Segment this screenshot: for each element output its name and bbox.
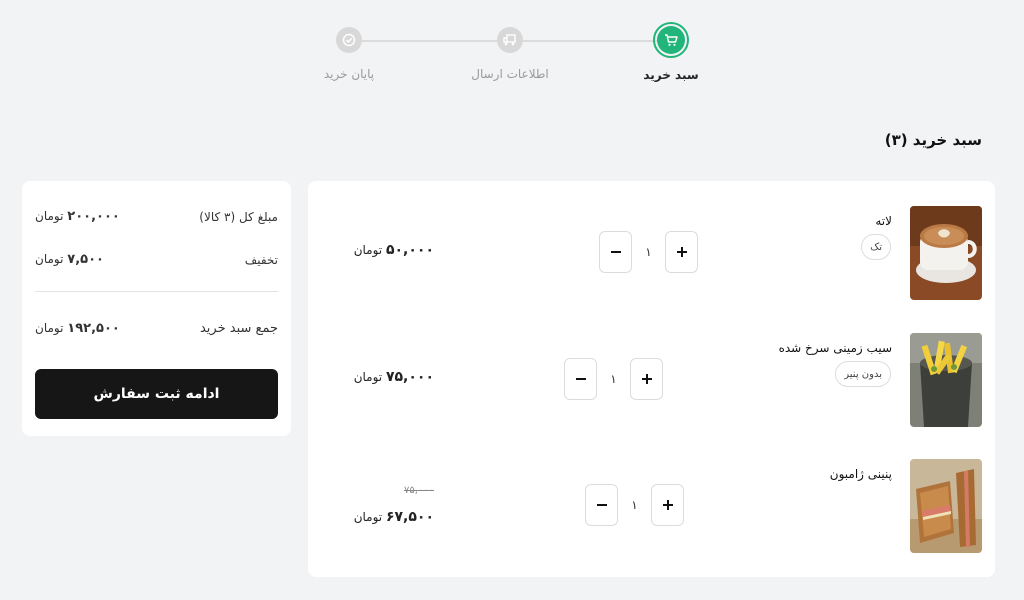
- item-old-price: ۷۵,۰۰۰: [403, 485, 434, 496]
- increase-quantity-button[interactable]: [651, 484, 684, 526]
- plus-icon: [641, 374, 652, 384]
- continue-checkout-button[interactable]: ادامه ثبت سفارش: [35, 369, 278, 419]
- cart-items-card: لاته تک ۱ ۵۰,۰۰۰ تومان سیب زمینی سرخ شده…: [308, 181, 995, 577]
- item-price: ۵۰,۰۰۰ تومان: [353, 242, 434, 258]
- decrease-quantity-button[interactable]: [599, 231, 632, 273]
- summary-total-row: ۲۰۰,۰۰۰ تومان مبلغ کل (۳ کالا): [35, 209, 278, 224]
- active-step-ring: [653, 22, 689, 58]
- minus-icon: [610, 251, 621, 253]
- cart-item-fries: سیب زمینی سرخ شده بدون پنیر ۱ ۷۵,۰۰۰ توم…: [308, 333, 995, 427]
- summary-sum-row: ۱۹۲,۵۰۰ تومان جمع سبد خرید: [35, 321, 278, 336]
- minus-icon: [596, 504, 607, 506]
- decrease-quantity-button[interactable]: [585, 484, 618, 526]
- item-name: لاته: [875, 214, 892, 228]
- summary-discount-amount: ۷,۵۰۰ تومان: [35, 252, 104, 267]
- item-name: پنینی ژامبون: [829, 467, 892, 481]
- cart-icon: [657, 26, 685, 54]
- step-label: سبد خرید: [643, 68, 699, 82]
- order-summary-card: ۲۰۰,۰۰۰ تومان مبلغ کل (۳ کالا) ۷,۵۰۰ توم…: [22, 181, 291, 436]
- cart-item-panini: پنینی ژامبون ۱ ۷۵,۰۰۰ ۶۷,۵۰۰ تومان: [308, 459, 995, 553]
- step-finish: پایان خرید: [289, 20, 409, 81]
- quantity-value: ۱: [610, 372, 617, 386]
- item-option-chip[interactable]: تک: [861, 234, 891, 260]
- check-badge-icon: [336, 27, 362, 53]
- step-shipping: اطلاعات ارسال: [450, 20, 570, 81]
- summary-divider: [35, 291, 278, 292]
- increase-quantity-button[interactable]: [630, 358, 663, 400]
- step-label: اطلاعات ارسال: [471, 67, 549, 81]
- quantity-stepper: ۱: [564, 358, 663, 400]
- latte-photo: [910, 206, 982, 300]
- checkout-stepper: پایان خرید اطلاعات ارسال سبد خرید: [300, 20, 720, 100]
- item-price: ۷۵,۰۰۰ تومان: [353, 369, 434, 385]
- plus-icon: [662, 500, 673, 510]
- panini-photo: [910, 459, 982, 553]
- plus-icon: [676, 247, 687, 257]
- item-name: سیب زمینی سرخ شده: [778, 341, 892, 355]
- summary-total-amount: ۲۰۰,۰۰۰ تومان: [35, 209, 120, 224]
- summary-discount-label: تخفیف: [244, 252, 278, 267]
- item-price: ۶۷,۵۰۰ تومان: [353, 509, 434, 525]
- quantity-value: ۱: [631, 498, 638, 512]
- page-title: سبد خرید (۳): [884, 131, 982, 149]
- minus-icon: [575, 378, 586, 380]
- step-label: پایان خرید: [323, 67, 375, 81]
- item-option-chip[interactable]: بدون پنیر: [835, 361, 891, 387]
- cart-item-latte: لاته تک ۱ ۵۰,۰۰۰ تومان: [308, 206, 995, 300]
- summary-total-label: مبلغ کل (۳ کالا): [199, 209, 278, 224]
- step-cart: سبد خرید: [611, 20, 731, 82]
- quantity-stepper: ۱: [585, 484, 684, 526]
- summary-sum-amount: ۱۹۲,۵۰۰ تومان: [35, 321, 120, 336]
- increase-quantity-button[interactable]: [665, 231, 698, 273]
- summary-discount-row: ۷,۵۰۰ تومان تخفیف: [35, 252, 278, 267]
- quantity-stepper: ۱: [599, 231, 698, 273]
- decrease-quantity-button[interactable]: [564, 358, 597, 400]
- summary-sum-label: جمع سبد خرید: [199, 321, 278, 336]
- fries-photo: [910, 333, 982, 427]
- quantity-value: ۱: [645, 245, 652, 259]
- delivery-truck-icon: [497, 27, 523, 53]
